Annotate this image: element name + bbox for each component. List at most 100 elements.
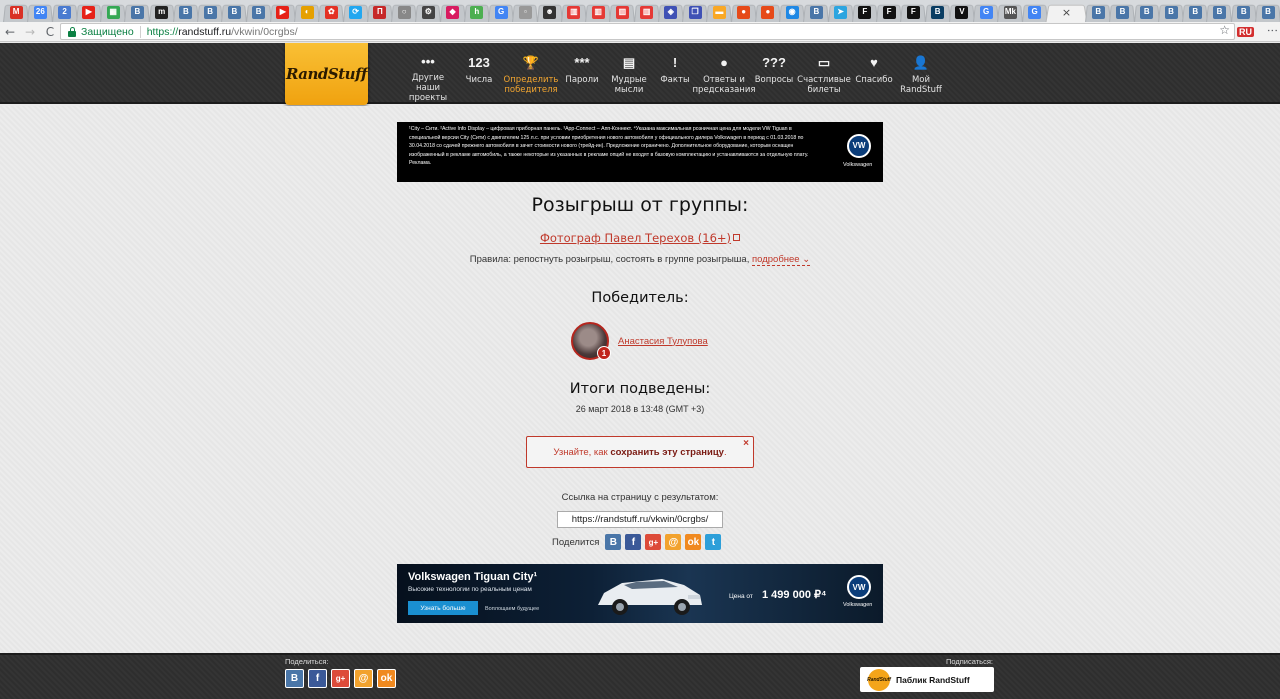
browser-tab[interactable]: ◐ — [295, 2, 319, 22]
ad-banner-bottom[interactable]: Volkswagen Tiguan City¹ Высокие технолог… — [397, 564, 883, 623]
browser-tab[interactable]: B — [1159, 2, 1183, 22]
browser-tab[interactable]: ▥ — [586, 2, 610, 22]
browser-tab[interactable]: F — [853, 2, 877, 22]
browser-tab[interactable]: G — [1023, 2, 1047, 22]
mailru-share-icon[interactable]: @ — [665, 534, 682, 550]
browser-tab[interactable]: B — [1086, 2, 1110, 22]
browser-tab[interactable]: ❐ — [683, 2, 707, 22]
nav-item-trophy[interactable]: 🏆 Определить победителя — [502, 43, 560, 103]
vk-footer-icon[interactable]: B — [285, 669, 304, 688]
googleplus-share-icon[interactable]: g+ — [645, 534, 662, 550]
browser-tab[interactable]: ➤ — [829, 2, 853, 22]
browser-tab[interactable]: F — [877, 2, 901, 22]
browser-tab[interactable]: ○ — [392, 2, 416, 22]
nav-item-user[interactable]: 👤 Мой RandStuff — [896, 43, 946, 103]
browser-tab[interactable]: B — [198, 2, 222, 22]
close-icon[interactable]: × — [743, 438, 749, 449]
vk-share-icon[interactable]: B — [605, 534, 622, 550]
close-tab-icon[interactable]: × — [1062, 6, 1071, 19]
browser-tab[interactable]: ▦ — [101, 2, 125, 22]
browser-tab[interactable]: ▥ — [635, 2, 659, 22]
address-bar[interactable]: Защищено https://randstuff.ru/vkwin/0crg… — [60, 23, 1235, 40]
nav-item-password[interactable]: *** Пароли — [560, 43, 604, 103]
browser-tab[interactable]: ☻ — [538, 2, 562, 22]
nav-item-questions[interactable]: ??? Вопросы — [752, 43, 796, 103]
browser-tab[interactable]: B — [926, 2, 950, 22]
browser-tab[interactable]: h — [465, 2, 489, 22]
browser-tab[interactable]: G — [974, 2, 998, 22]
nav-item-ball8[interactable]: ● Ответы и предсказания — [693, 43, 756, 103]
browser-tab[interactable]: 2 — [53, 2, 77, 22]
browser-tab[interactable]: ◆ — [441, 2, 465, 22]
nav-item-warning[interactable]: ! Факты — [654, 43, 696, 103]
browser-tab[interactable]: B — [1135, 2, 1159, 22]
browser-tab[interactable]: Mk — [998, 2, 1022, 22]
browser-tab[interactable]: ● — [756, 2, 780, 22]
browser-tab[interactable]: ▥ — [610, 2, 634, 22]
browser-tab-active[interactable]: × — [1047, 2, 1086, 22]
ad-subtitle: Высокие технологии по реальным ценам — [408, 586, 532, 593]
vk-icon: B — [227, 5, 241, 19]
bookmark-star-icon[interactable]: ☆ — [1219, 23, 1230, 37]
browser-tab[interactable]: V — [950, 2, 974, 22]
nav-item-ticket[interactable]: ▭ Счастливые билеты — [796, 43, 852, 103]
browser-tab[interactable]: B — [174, 2, 198, 22]
save-page-link[interactable]: сохранить эту страницу — [610, 447, 724, 458]
browser-tab[interactable]: m — [150, 2, 174, 22]
url-host: randstuff.ru — [178, 25, 232, 38]
browser-tab[interactable]: B — [1207, 2, 1231, 22]
facebook-share-icon[interactable]: f — [625, 534, 642, 550]
browser-tab[interactable]: П — [368, 2, 392, 22]
browser-tab[interactable]: ▫ — [513, 2, 537, 22]
nav-item-numbers[interactable]: 123 Числа — [456, 43, 502, 103]
result-link-field[interactable]: https://randstuff.ru/vkwin/0crgbs/ — [557, 511, 723, 528]
nav-item-heart[interactable]: ♥ Спасибо — [852, 43, 896, 103]
twitter-share-icon[interactable]: t — [705, 534, 722, 550]
browser-tab[interactable]: B — [125, 2, 149, 22]
browser-tab[interactable]: ⚙ — [416, 2, 440, 22]
browser-tab[interactable]: B — [247, 2, 271, 22]
browser-tab[interactable]: ▶ — [271, 2, 295, 22]
browser-tab[interactable]: ▥ — [562, 2, 586, 22]
browser-tab[interactable]: B — [222, 2, 246, 22]
browser-tab[interactable]: B — [1232, 2, 1256, 22]
back-button[interactable]: ← — [0, 25, 20, 39]
group-link-text[interactable]: Фотограф Павел Терехов (16+) — [540, 231, 731, 245]
public-randstuff-button[interactable]: RandStuff Паблик RandStuff — [860, 667, 994, 692]
winner-name-link[interactable]: Анастасия Тулупова — [618, 336, 708, 347]
vk-icon: B — [1188, 5, 1202, 19]
extension-ru-icon[interactable]: RU — [1237, 27, 1254, 37]
googleplus-footer-icon[interactable]: g+ — [331, 669, 350, 688]
rules-more-link[interactable]: подробнее ⌄ — [752, 254, 811, 266]
browser-tab[interactable]: ⟳ — [344, 2, 368, 22]
nav-item-notebook[interactable]: ▤ Мудрые мысли — [604, 43, 654, 103]
browser-menu-icon[interactable]: ⋮ — [1266, 25, 1279, 34]
browser-tab[interactable]: ✿ — [319, 2, 343, 22]
ad-banner-top[interactable]: ¹City – Сити. ²Active Info Display – циф… — [397, 122, 883, 182]
facebook-footer-icon[interactable]: f — [308, 669, 327, 688]
bars-icon: ▥ — [640, 5, 654, 19]
group-link[interactable]: Фотограф Павел Терехов (16+) — [0, 231, 1280, 245]
browser-tab[interactable]: ● — [732, 2, 756, 22]
browser-tab[interactable]: F — [901, 2, 925, 22]
browser-tab[interactable]: 26 — [28, 2, 52, 22]
browser-tab[interactable]: M — [4, 2, 28, 22]
browser-tab[interactable]: G — [489, 2, 513, 22]
forward-button[interactable]: → — [20, 25, 40, 39]
browser-tab[interactable]: ◈ — [659, 2, 683, 22]
ad-learn-more-button[interactable]: Узнать больше — [408, 601, 478, 615]
site-logo[interactable]: RandStuff — [285, 43, 368, 105]
browser-tab[interactable]: B — [804, 2, 828, 22]
mailru-footer-icon[interactable]: @ — [354, 669, 373, 688]
browser-tab[interactable]: ▬ — [707, 2, 731, 22]
browser-tab[interactable]: B — [1256, 2, 1280, 22]
odnoklassniki-footer-icon[interactable]: ok — [377, 669, 396, 688]
browser-tab[interactable]: ◉ — [780, 2, 804, 22]
odnoklassniki-share-icon[interactable]: ok — [685, 534, 702, 550]
nav-item-dots[interactable]: ••• Другие наши проекты — [400, 43, 456, 103]
browser-tab[interactable]: B — [1110, 2, 1134, 22]
browser-tab[interactable]: ▶ — [77, 2, 101, 22]
browser-tab[interactable]: B — [1183, 2, 1207, 22]
reload-button[interactable]: C — [40, 25, 60, 39]
winner-avatar[interactable]: 1 — [571, 322, 611, 360]
